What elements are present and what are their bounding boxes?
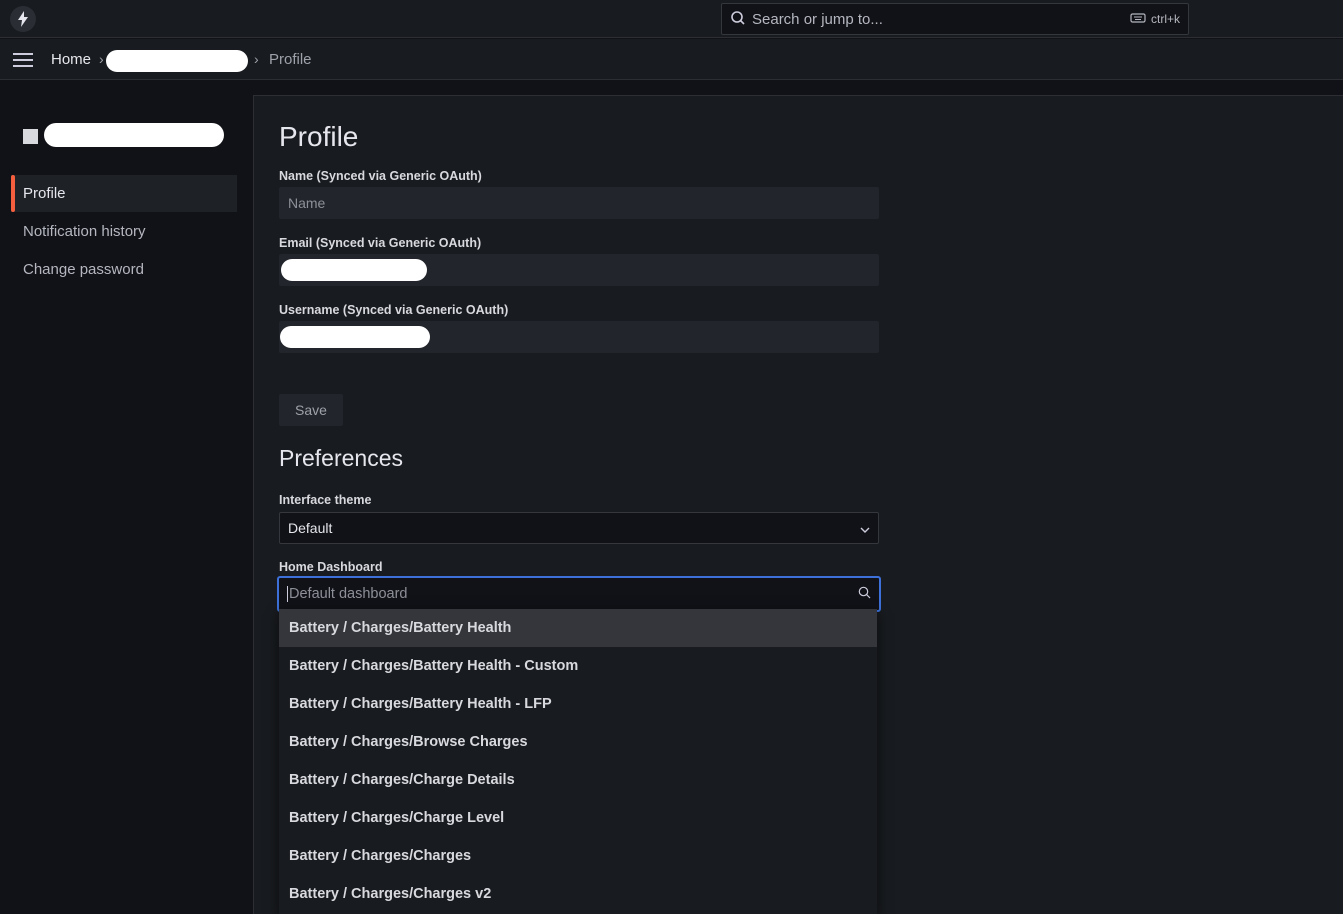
search-icon bbox=[730, 10, 746, 29]
name-field[interactable]: Name bbox=[279, 187, 879, 219]
sidebar-item-notification-history[interactable]: Notification history bbox=[11, 213, 237, 250]
email-redacted bbox=[281, 259, 427, 281]
sidebar-item-label: Notification history bbox=[23, 223, 146, 240]
dropdown-option[interactable]: Battery / Charges/Charge Details bbox=[279, 761, 877, 799]
name-placeholder: Name bbox=[288, 195, 326, 211]
breadcrumb-redacted[interactable] bbox=[106, 50, 248, 72]
chevron-down-icon bbox=[860, 520, 870, 536]
page-title: Profile bbox=[279, 121, 359, 152]
grafana-logo-icon[interactable] bbox=[10, 6, 36, 32]
sidebar: Profile Notification history Change pass… bbox=[0, 81, 253, 914]
interface-theme-label: Interface theme bbox=[279, 493, 372, 507]
sidebar-item-label: Change password bbox=[23, 261, 144, 278]
username-redacted bbox=[44, 123, 224, 147]
interface-theme-select[interactable]: Default bbox=[279, 512, 879, 544]
email-field[interactable] bbox=[279, 254, 879, 286]
home-dashboard-label: Home Dashboard bbox=[279, 560, 383, 574]
search-bar[interactable]: Search or jump to... ctrl+k bbox=[721, 3, 1189, 35]
breadcrumb-separator-icon: › bbox=[254, 51, 259, 67]
dropdown-option[interactable]: Battery / Charges/Charge Level bbox=[279, 799, 877, 837]
home-dashboard-placeholder: Default dashboard bbox=[287, 586, 408, 602]
sidebar-item-label: Profile bbox=[23, 185, 66, 202]
interface-theme-value: Default bbox=[288, 520, 333, 536]
home-dashboard-select[interactable]: Default dashboard bbox=[277, 576, 881, 612]
preferences-title: Preferences bbox=[279, 445, 404, 471]
menu-icon[interactable] bbox=[13, 53, 33, 67]
dropdown-option[interactable]: Battery / Charges/Charges v2 bbox=[279, 875, 877, 913]
name-label: Name (Synced via Generic OAuth) bbox=[279, 169, 482, 183]
username-field[interactable] bbox=[279, 321, 879, 353]
dropdown-option[interactable]: Battery / Charges/Battery Health - Custo… bbox=[279, 647, 877, 685]
dropdown-option[interactable]: Battery / Charges/Charges bbox=[279, 837, 877, 875]
dropdown-option[interactable]: Battery / Charges/Browse Charges bbox=[279, 723, 877, 761]
sidebar-item-change-password[interactable]: Change password bbox=[11, 251, 237, 288]
breadcrumb-bar: Home › › Profile bbox=[0, 39, 1343, 80]
email-label: Email (Synced via Generic OAuth) bbox=[279, 236, 482, 250]
dropdown-option[interactable]: Battery / Charges/Battery Health bbox=[279, 609, 877, 647]
avatar bbox=[23, 129, 38, 144]
breadcrumb-separator-icon: › bbox=[99, 51, 104, 67]
top-bar: Search or jump to... ctrl+k bbox=[0, 0, 1343, 38]
dropdown-option[interactable]: Battery / Charges/Battery Health - LFP bbox=[279, 685, 877, 723]
username-label: Username (Synced via Generic OAuth) bbox=[279, 303, 509, 317]
shortcut-hint: ctrl+k bbox=[1130, 12, 1180, 27]
sidebar-item-profile[interactable]: Profile bbox=[11, 175, 237, 212]
keyboard-icon bbox=[1130, 12, 1146, 27]
shortcut-text: ctrl+k bbox=[1150, 12, 1180, 26]
username-field-redacted bbox=[280, 326, 430, 348]
save-button[interactable]: Save bbox=[279, 394, 343, 426]
search-placeholder: Search or jump to... bbox=[752, 10, 883, 28]
home-dashboard-dropdown: Battery / Charges/Battery Health Battery… bbox=[279, 609, 877, 914]
search-icon bbox=[858, 586, 871, 603]
breadcrumb-current: Profile bbox=[269, 51, 312, 68]
breadcrumb-home[interactable]: Home bbox=[51, 51, 91, 68]
